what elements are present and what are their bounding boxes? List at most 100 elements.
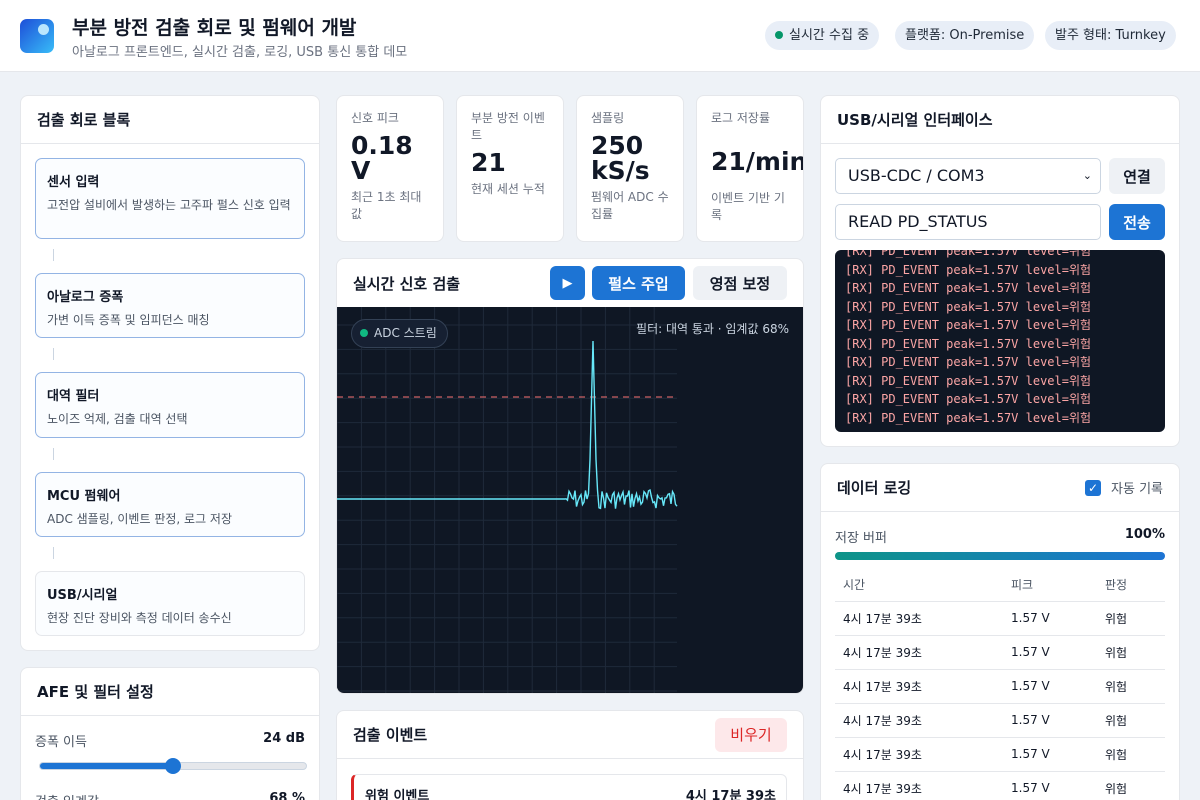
table-row[interactable]: 4시 17분 39초 1.57 V 위험 [835,703,1165,738]
card-title: USB/시리얼 인터페이스 [837,111,993,129]
cell-peak: 1.57 V [1003,635,1097,670]
cell-time: 4시 17분 39초 [835,669,1003,704]
adc-stream-badge: ADC 스트림 [351,319,448,348]
stat-log-rate: 로그 저장률 21/min 이벤트 기반 기록 [696,95,804,242]
buffer-progress-fill [835,552,1165,560]
stat-sub: 최근 1초 최대값 [351,190,422,221]
detection-events-card: 검출 이벤트 비우기 위험 이벤트 4시 17분 39초 [336,710,804,800]
console-line: [RX] PD_EVENT peak=1.57V level=위험 [845,281,1092,295]
threshold-value: 68 % [269,791,305,800]
command-input[interactable]: READ PD_STATUS [835,204,1101,240]
clear-events-button[interactable]: 비우기 [715,717,787,752]
event-name: 위험 이벤트 [365,789,430,800]
platform-badge: 플랫폼: On-Premise [895,21,1035,50]
gain-label: 증폭 이득 [35,735,87,750]
stat-value: 0.18 V [351,131,413,185]
table-row[interactable]: 4시 17분 39초 1.57 V 위험 [835,635,1165,670]
cell-time: 4시 17분 39초 [835,635,1003,670]
cell-verdict: 위험 [1097,771,1165,800]
block-bandpass-filter[interactable]: 대역 필터 노이즈 억제, 검출 대역 선택 [35,372,305,438]
serial-console[interactable]: [RX] PD_EVENT peak=1.57V level=위험 [RX] P… [835,250,1165,432]
column-header: 피크 [1003,568,1097,602]
stat-label: 로그 저장률 [711,111,771,125]
console-line: [RX] PD_EVENT peak=1.57V level=위험 [845,262,1092,277]
circuit-blocks-card: 검출 회로 블록 센서 입력 고전압 설비에서 발생하는 고주파 펄스 신호 입… [20,95,320,651]
block-connector [53,249,54,261]
play-button[interactable]: ▶ [550,266,585,300]
block-mcu-firmware[interactable]: MCU 펌웨어 ADC 샘플링, 이벤트 판정, 로그 저장 [35,472,305,537]
stat-signal-peak: 신호 피크 0.18 V 최근 1초 최대값 [336,95,444,242]
card-title: 데이터 로깅 [837,479,912,497]
block-connector [53,448,54,460]
stream-dot-icon [360,329,368,337]
app-logo [20,19,54,53]
buffer-progress [835,552,1165,560]
cell-verdict: 위험 [1097,737,1165,772]
stat-label: 신호 피크 [351,111,399,125]
log-table: 시간 피크 판정 4시 17분 39초 1.57 V 위험 4시 17분 39초 1.… [835,568,1165,800]
gain-slider-thumb[interactable] [165,758,181,774]
cell-peak: 1.57 V [1003,771,1097,800]
block-desc: ADC 샘플링, 이벤트 판정, 로그 저장 [47,512,233,526]
status-badge-live: 실시간 수집 중 [765,21,880,50]
block-connector [53,547,54,559]
page-title: 부분 방전 검출 회로 및 펌웨어 개발 [72,17,357,39]
table-row[interactable]: 4시 17분 39초 1.57 V 위험 [835,737,1165,772]
block-connector [53,348,54,360]
zero-calibrate-button[interactable]: 영점 보정 [693,266,787,300]
afe-settings-card: AFE 및 필터 설정 증폭 이득 24 dB 검출 임계값 68 % [20,667,320,800]
card-header: USB/시리얼 인터페이스 [821,96,1179,144]
stat-sub: 펌웨어 ADC 수집률 [591,190,669,221]
auto-record-toggle[interactable]: ✓ 자동 기록 [1085,478,1163,497]
stat-label: 부분 방전 이벤트 [471,111,545,142]
stat-value: 250 kS/s [591,131,650,185]
gain-slider[interactable] [39,758,307,774]
block-desc: 고전압 설비에서 발생하는 고주파 펄스 신호 입력 [47,198,291,212]
block-sensor-input[interactable]: 센서 입력 고전압 설비에서 발생하는 고주파 펄스 신호 입력 [35,158,305,239]
block-title: 대역 필터 [47,389,100,404]
pulse-inject-button[interactable]: 펄스 주입 [592,266,685,300]
stat-pd-events: 부분 방전 이벤트 21 현재 세션 누적 [456,95,564,242]
signal-plot: ADC 스트림 필터: 대역 통과 · 임계값 68% [337,307,803,693]
table-row[interactable]: 4시 17분 39초 1.57 V 위험 [835,771,1165,800]
port-select[interactable]: USB-CDC / COM3 ⌄ [835,158,1101,194]
buffer-label: 저장 버퍼 [835,531,887,546]
cell-verdict: 위험 [1097,669,1165,704]
gain-slider-fill [40,763,173,769]
block-usb-serial[interactable]: USB/시리얼 현장 진단 장비와 측정 데이터 송수신 [35,571,305,636]
checkbox-checked-icon[interactable]: ✓ [1085,479,1102,496]
stat-label: 샘플링 [591,111,625,125]
event-item[interactable]: 위험 이벤트 4시 17분 39초 [351,774,787,800]
card-title: 실시간 신호 검출 [353,274,461,293]
usb-serial-card: USB/시리얼 인터페이스 USB-CDC / COM3 ⌄ 연결 READ P… [820,95,1180,447]
realtime-signal-card: 실시간 신호 검출 ▶ 펄스 주입 영점 보정 ADC 스트림 필터: 대역 통… [336,258,804,694]
data-logging-card: 데이터 로깅 ✓ 자동 기록 저장 버퍼 100% 시간 피크 판정 4시 17… [820,463,1180,800]
event-time: 4시 17분 39초 [685,789,776,800]
stream-badge-label: ADC 스트림 [374,326,437,340]
cell-verdict: 위험 [1097,703,1165,738]
buffer-value: 100% [1124,527,1165,542]
play-icon: ▶ [562,275,573,291]
card-title: 검출 회로 블록 [37,111,131,129]
threshold-label: 검출 임계값 [35,791,99,800]
block-analog-amp[interactable]: 아날로그 증폭 가변 이득 증폭 및 임피던스 매칭 [35,273,305,338]
stat-sub: 이벤트 기반 기록 [711,191,785,222]
card-header: AFE 및 필터 설정 [21,668,319,716]
console-line: [RX] PD_EVENT peak=1.57V level=위험 [845,250,1092,258]
page-subtitle: 아날로그 프론트엔드, 실시간 검출, 로깅, USB 통신 통합 데모 [72,45,408,60]
order-type-badge: 발주 형태: Turnkey [1045,21,1176,50]
table-row[interactable]: 4시 17분 39초 1.57 V 위험 [835,669,1165,704]
gain-value: 24 dB [263,731,305,746]
cell-time: 4시 17분 39초 [835,771,1003,800]
console-line: [RX] PD_EVENT peak=1.57V level=위험 [845,392,1092,406]
cell-peak: 1.57 V [1003,737,1097,772]
stat-sampling: 샘플링 250 kS/s 펌웨어 ADC 수집률 [576,95,684,242]
card-header: 데이터 로깅 ✓ 자동 기록 [821,464,1179,512]
table-row[interactable]: 4시 17분 39초 1.57 V 위험 [835,601,1165,636]
cell-peak: 1.57 V [1003,601,1097,636]
send-button[interactable]: 전송 [1109,204,1165,240]
connect-button[interactable]: 연결 [1109,158,1165,194]
app-header: 부분 방전 검출 회로 및 펌웨어 개발 아날로그 프론트엔드, 실시간 검출,… [0,0,1200,72]
column-header: 판정 [1097,568,1165,602]
cell-peak: 1.57 V [1003,669,1097,704]
